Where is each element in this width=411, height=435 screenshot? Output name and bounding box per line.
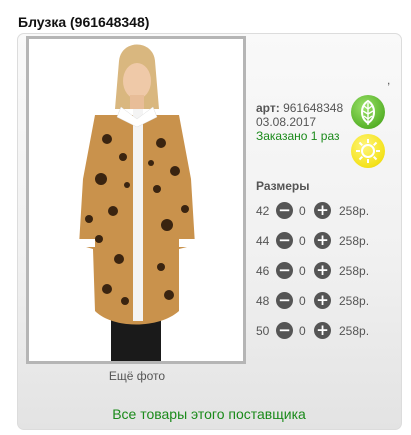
product-date: 03.08.2017: [256, 115, 317, 129]
decrease-button[interactable]: −: [276, 202, 293, 219]
size-price: 258р.: [339, 324, 370, 338]
decrease-button[interactable]: −: [276, 232, 293, 249]
article-line: арт: 961648348: [256, 101, 343, 115]
size-price: 258р.: [339, 204, 370, 218]
article-number: 961648348: [283, 101, 344, 115]
product-photo-image[interactable]: [29, 39, 243, 361]
quantity-value: 0: [299, 204, 306, 218]
quantity-value: 0: [299, 324, 306, 338]
product-photo[interactable]: [26, 36, 246, 364]
size-label: 44: [256, 234, 270, 248]
ordered-count: Заказано 1 раз: [256, 129, 340, 143]
sizes-title: Размеры: [256, 179, 310, 193]
size-label: 42: [256, 204, 270, 218]
increase-button[interactable]: +: [314, 202, 331, 219]
size-price: 258р.: [339, 264, 370, 278]
size-price: 258р.: [339, 294, 370, 308]
decrease-button[interactable]: −: [276, 322, 293, 339]
supplier-products-link[interactable]: Все товары этого поставщика: [0, 406, 411, 422]
tick-mark: ,: [387, 73, 391, 87]
decrease-button[interactable]: −: [276, 292, 293, 309]
size-price: 258р.: [339, 234, 370, 248]
article-label: арт:: [256, 101, 280, 115]
sun-icon: [351, 134, 385, 168]
more-photos-link[interactable]: Ещё фото: [0, 369, 274, 383]
size-label: 48: [256, 294, 270, 308]
leaf-icon: [351, 95, 385, 129]
increase-button[interactable]: +: [314, 232, 331, 249]
size-label: 50: [256, 324, 270, 338]
increase-button[interactable]: +: [314, 322, 331, 339]
product-title: Блузка (961648348): [18, 14, 150, 30]
size-label: 46: [256, 264, 270, 278]
quantity-value: 0: [299, 294, 306, 308]
quantity-value: 0: [299, 234, 306, 248]
decrease-button[interactable]: −: [276, 262, 293, 279]
increase-button[interactable]: +: [314, 292, 331, 309]
increase-button[interactable]: +: [314, 262, 331, 279]
product-info: арт: 961648348 03.08.2017 Заказано 1 раз: [256, 101, 343, 143]
quantity-value: 0: [299, 264, 306, 278]
